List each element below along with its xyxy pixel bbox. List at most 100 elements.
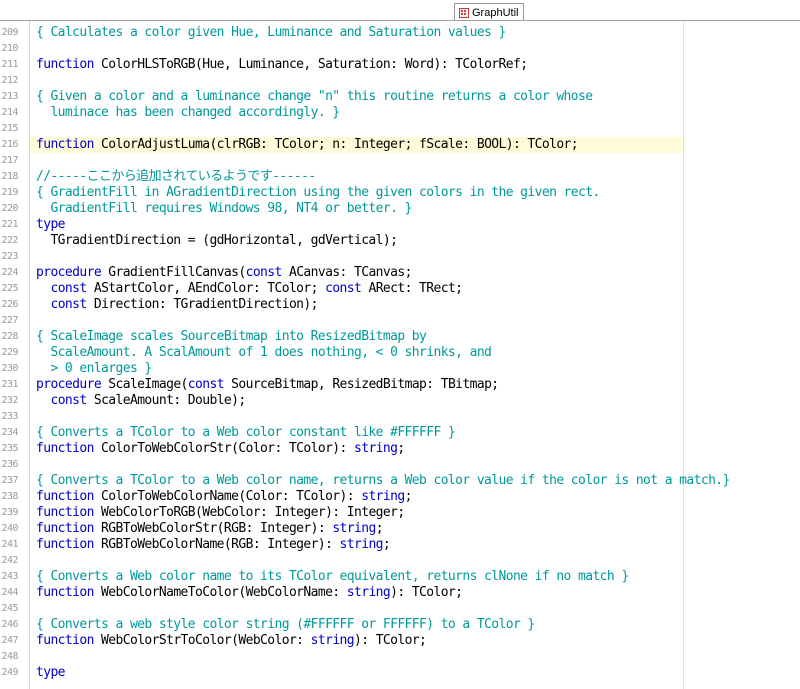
code-line[interactable]: { Converts a Web color name to its TColo…: [36, 569, 629, 585]
code-line[interactable]: TGradientDirection = (gdHorizontal, gdVe…: [36, 233, 397, 249]
line-number: 240: [1, 523, 18, 534]
line-number: 241: [1, 539, 18, 550]
code-token: AStartColor, AEndColor: TColor;: [86, 281, 326, 296]
code-token: ;: [382, 537, 391, 552]
code-line[interactable]: function ColorHLSToRGB(Hue, Luminance, S…: [36, 57, 528, 73]
line-number: 229: [1, 347, 18, 358]
line-number: 235: [1, 443, 18, 454]
code-token: ;: [375, 521, 384, 536]
keyword-token: string: [346, 585, 391, 600]
code-line[interactable]: { Converts a web style color string (#FF…: [36, 617, 535, 633]
line-number: 209: [1, 27, 18, 38]
line-number: 210: [1, 43, 18, 54]
code-token: ScaleAmount: Double);: [86, 393, 246, 408]
tab-graphutil[interactable]: GraphUtil: [454, 3, 525, 21]
line-number: 233: [1, 411, 18, 422]
code-line[interactable]: const ScaleAmount: Double);: [36, 393, 246, 409]
code-line[interactable]: function RGBToWebColorStr(RGB: Integer):…: [36, 521, 384, 537]
keyword-token: type: [36, 217, 66, 232]
keyword-token: function: [36, 521, 94, 536]
code-line[interactable]: GradientFill requires Windows 98, NT4 or…: [36, 201, 412, 217]
code-token: ;: [397, 441, 405, 456]
code-line[interactable]: > 0 enlarges }: [36, 361, 152, 377]
code-token: SourceBitmap, ResizedBitmap: TBitmap;: [223, 377, 499, 392]
comment-token: > 0 enlarges }: [36, 361, 152, 376]
line-number: 248: [1, 651, 18, 662]
comment-token: { Converts a web style color string (#FF…: [36, 617, 535, 632]
code-line[interactable]: function ColorToWebColorName(Color: TCol…: [36, 489, 412, 505]
tab-label: GraphUtil: [472, 6, 519, 19]
code-token: RGBToWebColorStr(RGB: Integer):: [93, 521, 333, 536]
line-number: 231: [1, 379, 18, 390]
code-line[interactable]: function WebColorToRGB(WebColor: Integer…: [36, 505, 405, 521]
code-token: ;: [404, 489, 413, 504]
keyword-token: string: [339, 537, 384, 552]
code-line[interactable]: function WebColorNameToColor(WebColorNam…: [36, 585, 463, 601]
keyword-token: string: [361, 489, 405, 504]
code-line[interactable]: function ColorToWebColorStr(Color: TColo…: [36, 441, 405, 457]
code-line[interactable]: function ColorAdjustLuma(clrRGB: TColor;…: [36, 137, 579, 153]
comment-token: ScaleAmount. A ScalAmount of 1 does noth…: [36, 345, 492, 360]
line-number: 218: [1, 171, 18, 182]
code-line[interactable]: const AStartColor, AEndColor: TColor; co…: [36, 281, 463, 297]
line-number: 238: [1, 491, 18, 502]
code-line[interactable]: { ScaleImage scales SourceBitmap into Re…: [36, 329, 427, 345]
line-number: 226: [1, 299, 18, 310]
comment-token: { Converts a Web color name to its TColo…: [36, 569, 629, 584]
line-number: 213: [1, 91, 18, 102]
keyword-token: type: [36, 665, 66, 680]
line-number: 219: [1, 187, 18, 198]
code-line[interactable]: function RGBToWebColorName(RGB: Integer)…: [36, 537, 391, 553]
line-number: 244: [1, 587, 18, 598]
comment-token: //-----ここから追加されているようです------: [36, 169, 316, 184]
code-token: GradientFillCanvas(: [101, 265, 246, 280]
comment-token: { ScaleImage scales SourceBitmap into Re…: [36, 329, 427, 344]
line-number: 249: [1, 667, 18, 678]
code-line[interactable]: { GradientFill in AGradientDirection usi…: [36, 185, 600, 201]
keyword-token: const: [50, 393, 87, 408]
code-token: WebColorToRGB(WebColor: Integer): Intege…: [93, 505, 405, 520]
code-token: ): TColor;: [390, 585, 463, 600]
code-line[interactable]: const Direction: TGradientDirection);: [36, 297, 318, 313]
code-token: ScaleImage(: [101, 377, 188, 392]
code-line[interactable]: { Given a color and a luminance change "…: [36, 89, 593, 105]
tab-bar-divider: [0, 20, 800, 21]
gutter-separator: [29, 21, 30, 689]
line-number: 230: [1, 363, 18, 374]
line-number: 227: [1, 315, 18, 326]
line-number: 232: [1, 395, 18, 406]
code-token: ColorAdjustLuma(clrRGB: TColor; n: Integ…: [93, 137, 579, 152]
line-number: 224: [1, 267, 18, 278]
keyword-token: function: [36, 505, 94, 520]
line-number: 228: [1, 331, 18, 342]
code-line[interactable]: { Converts a TColor to a Web color name,…: [36, 473, 730, 489]
line-number: 221: [1, 219, 18, 230]
comment-token: { GradientFill in AGradientDirection usi…: [36, 185, 600, 200]
code-line[interactable]: //-----ここから追加されているようです------: [36, 169, 316, 185]
code-line[interactable]: procedure ScaleImage(const SourceBitmap,…: [36, 377, 499, 393]
code-line[interactable]: type: [36, 217, 66, 233]
code-token: WebColorNameToColor(WebColorName:: [93, 585, 347, 600]
code-token: ACanvas: TCanvas;: [281, 265, 412, 280]
code-token: RGBToWebColorName(RGB: Integer):: [93, 537, 340, 552]
code-line[interactable]: function WebColorStrToColor(WebColor: st…: [36, 633, 427, 649]
line-number: 245: [1, 603, 18, 614]
code-line[interactable]: luminace has been changed accordingly. }: [36, 105, 340, 121]
comment-token: { Calculates a color given Hue, Luminanc…: [36, 25, 506, 40]
keyword-token: string: [310, 633, 355, 648]
code-token: ): TColor;: [354, 633, 427, 648]
code-line[interactable]: type: [36, 665, 66, 681]
tab-bar: GraphUtil: [0, 0, 800, 21]
code-line[interactable]: procedure GradientFillCanvas(const ACanv…: [36, 265, 412, 281]
line-number: 217: [1, 155, 18, 166]
comment-token: GradientFill requires Windows 98, NT4 or…: [36, 201, 412, 216]
line-number: 222: [1, 235, 18, 246]
code-line[interactable]: ScaleAmount. A ScalAmount of 1 does noth…: [36, 345, 491, 361]
right-margin-guide: [683, 21, 684, 689]
keyword-token: function: [36, 57, 94, 72]
code-line[interactable]: { Calculates a color given Hue, Luminanc…: [36, 25, 506, 41]
code-line[interactable]: { Converts a TColor to a Web color const…: [36, 425, 456, 441]
code-token: ColorToWebColorName(Color: TColor):: [93, 489, 362, 504]
keyword-token: procedure: [36, 265, 102, 280]
